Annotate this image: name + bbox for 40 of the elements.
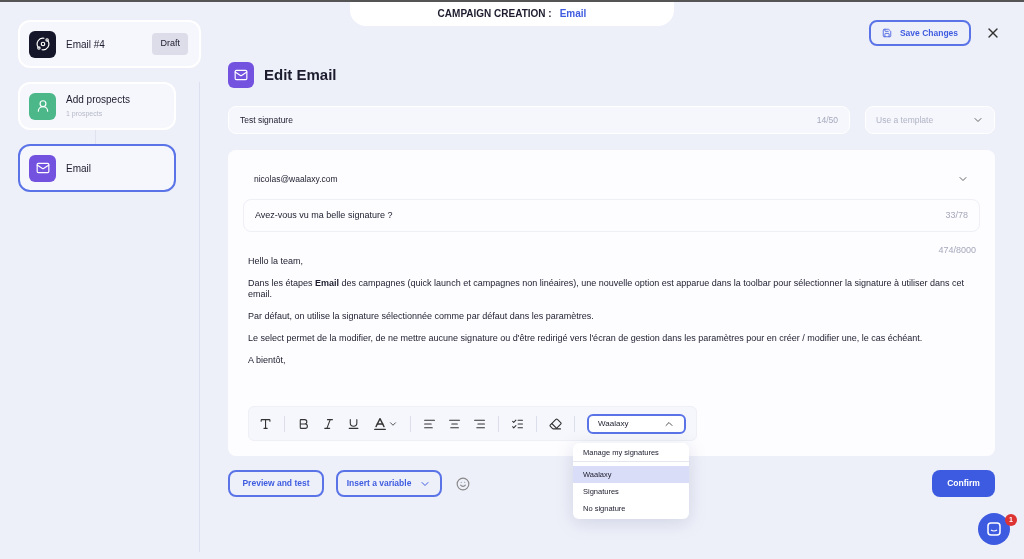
body-paragraph: A bientôt, (248, 354, 287, 366)
person-icon (35, 99, 50, 113)
preview-button[interactable]: Preview and test (228, 470, 324, 497)
body-paragraph: Le select permet de la modifier, de ne mettre aucune signature ou d'être redirigé vers l'écran de gestion dans les paramètres pour en créer / modifier une, le cas échéant. (248, 332, 924, 344)
chat-bubble-icon (987, 522, 1001, 536)
sender-select[interactable]: nicolas@waalaxy.com (243, 170, 980, 188)
sender-value: nicolas@waalaxy.com (254, 172, 339, 186)
signature-select[interactable]: Waalaxy (587, 413, 687, 434)
emoji-icon[interactable] (456, 476, 470, 491)
body-paragraph: Par défaut, on utilise la signature sélectionnée comme par défaut dans les paramètres. (248, 310, 595, 322)
save-changes-button[interactable]: Save Changes (869, 20, 971, 46)
template-placeholder: Use a template (876, 113, 935, 127)
step-title: Add prospects (66, 93, 130, 108)
signature-value: Waalaxy (598, 417, 630, 430)
page-title: Edit Email (264, 64, 337, 85)
header-label: CAMPAIGN CREATION : (437, 6, 552, 21)
name-value: Test signature (240, 113, 294, 127)
insert-variable-button[interactable]: Insert a variable (336, 470, 442, 497)
character-counter: 33/78 (945, 208, 968, 222)
status-badge: Draft (152, 33, 188, 55)
campaign-card[interactable]: Email #4 Draft (18, 20, 201, 68)
save-icon (881, 28, 892, 38)
header-value: Email (559, 6, 587, 21)
step-card[interactable]: Email (18, 144, 176, 192)
campaign-name: Email #4 (66, 37, 106, 52)
confirm-button[interactable]: Confirm (932, 470, 995, 497)
name-field[interactable]: Test signature 14/50 (228, 106, 850, 134)
character-counter: 14/50 (816, 113, 838, 127)
envelope-icon (234, 68, 248, 82)
text-color-icon[interactable] (372, 415, 399, 432)
chat-button[interactable] (978, 513, 1010, 545)
eraser-icon[interactable] (549, 415, 563, 432)
envelope-icon (35, 161, 50, 175)
planet-icon (35, 37, 50, 51)
character-counter: 474/8000 (938, 244, 976, 257)
body-paragraph: Hello la team, (248, 255, 305, 267)
subject-value: Avez-vous vu ma belle signature ? (255, 208, 394, 222)
step-title: Email (66, 161, 91, 176)
subject-field[interactable]: Avez-vous vu ma belle signature ? 33/78 (243, 199, 980, 232)
body-paragraph: Dans les étapes Email des campagnes (quick launch et campagnes non linéaires), une nouvelle option est apparue dans la toolbar pour sélectionner la signature à utiliser dans cet email. (248, 277, 965, 300)
